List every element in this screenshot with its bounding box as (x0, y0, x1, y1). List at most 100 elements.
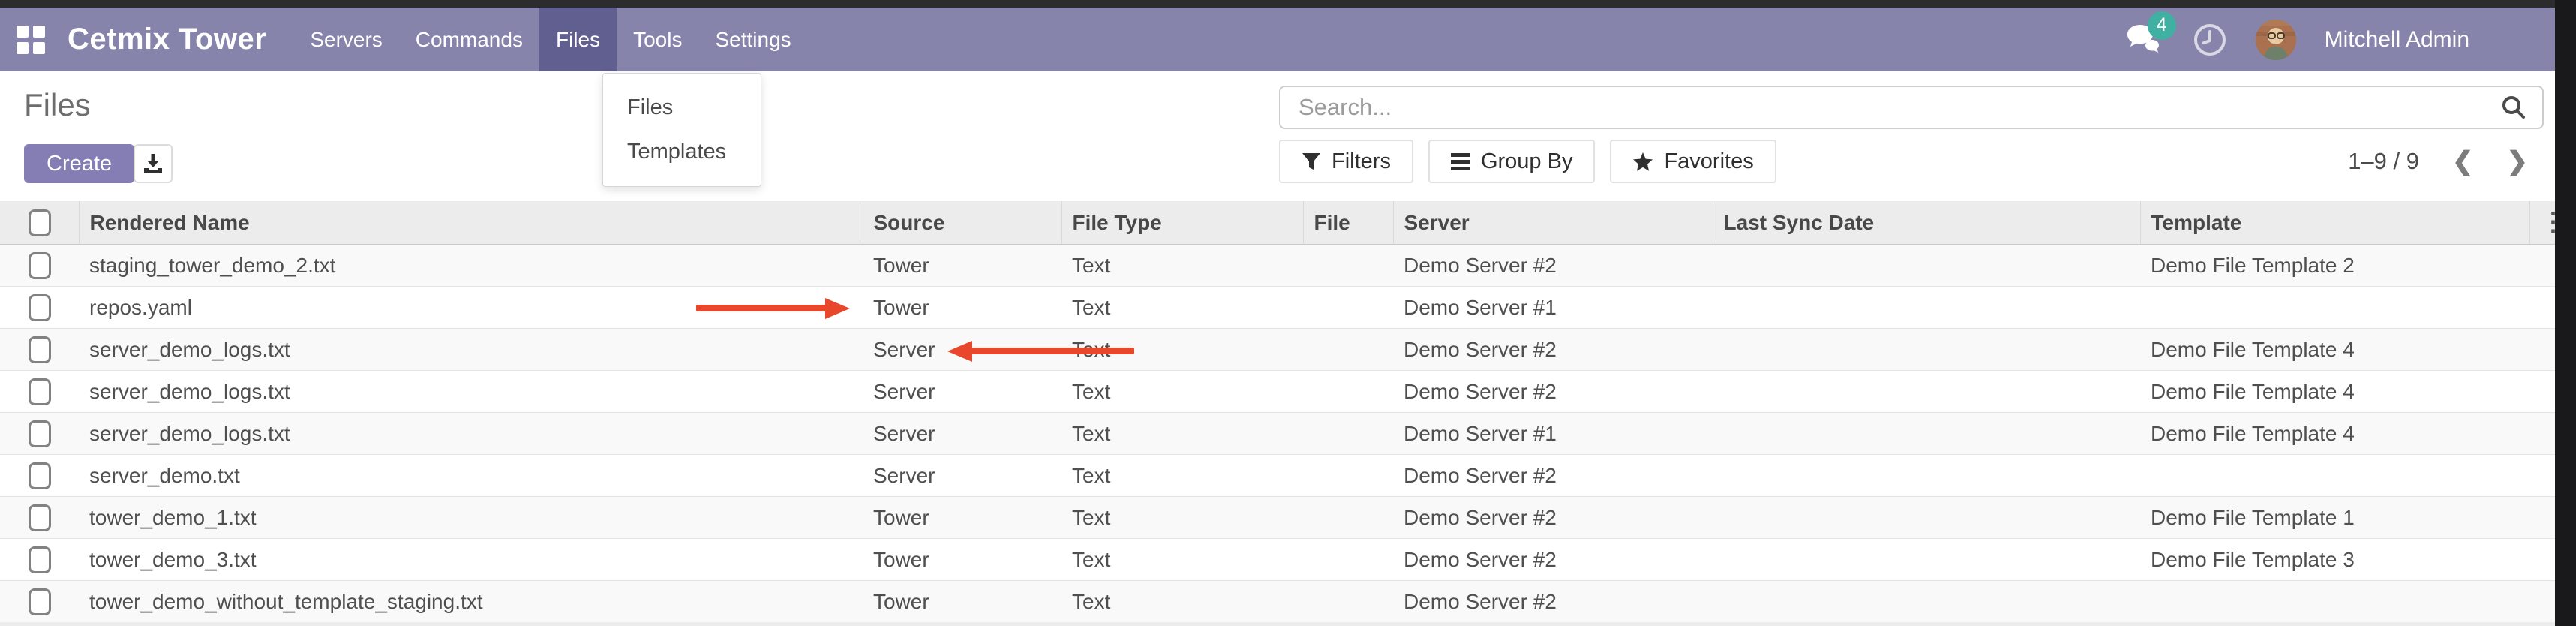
table-row[interactable]: repos.yaml Tower Text Demo Server #1 (0, 287, 2555, 329)
avatar[interactable] (2256, 20, 2296, 60)
pager-previous-icon[interactable]: ❮ (2452, 149, 2474, 174)
table-row[interactable]: server_demo_logs.txt Server Text Demo Se… (0, 329, 2555, 371)
row-checkbox[interactable] (29, 336, 51, 363)
cell-source[interactable]: Tower (863, 287, 1061, 329)
cell-file-type[interactable]: Text (1061, 581, 1303, 623)
cell-server[interactable]: Demo Server #1 (1393, 287, 1713, 329)
messages-button[interactable]: 4 (2125, 23, 2164, 56)
cell-template[interactable]: Demo File Template 1 (2140, 497, 2529, 539)
cell-rendered-name[interactable]: tower_demo_3.txt (79, 539, 863, 581)
column-header-file[interactable]: File (1303, 201, 1393, 245)
nav-item-settings[interactable]: Settings (698, 8, 807, 71)
import-button[interactable] (134, 144, 173, 183)
row-checkbox[interactable] (29, 546, 51, 573)
cell-file-type[interactable]: Text (1061, 497, 1303, 539)
cell-rendered-name[interactable]: server_demo_logs.txt (79, 329, 863, 371)
cell-last-sync-date[interactable] (1713, 497, 2140, 539)
user-name[interactable]: Mitchell Admin (2325, 27, 2469, 53)
activities-button[interactable] (2193, 23, 2227, 57)
cell-file-type[interactable]: Text (1061, 455, 1303, 497)
cell-server[interactable]: Demo Server #2 (1393, 455, 1713, 497)
cell-file-type[interactable]: Text (1061, 539, 1303, 581)
cell-source[interactable]: Server (863, 455, 1061, 497)
table-row[interactable]: server_demo_logs.txt Server Text Demo Se… (0, 413, 2555, 455)
cell-server[interactable]: Demo Server #2 (1393, 497, 1713, 539)
cell-source[interactable]: Tower (863, 581, 1061, 623)
cell-last-sync-date[interactable] (1713, 329, 2140, 371)
table-row[interactable]: server_demo_logs.txt Server Text Demo Se… (0, 371, 2555, 413)
cell-last-sync-date[interactable] (1713, 581, 2140, 623)
dropdown-item-files[interactable]: Files (603, 86, 761, 130)
cell-server[interactable]: Demo Server #2 (1393, 371, 1713, 413)
cell-file[interactable] (1303, 245, 1393, 287)
cell-last-sync-date[interactable] (1713, 245, 2140, 287)
cell-file[interactable] (1303, 371, 1393, 413)
table-row[interactable]: tower_demo_1.txt Tower Text Demo Server … (0, 497, 2555, 539)
cell-template[interactable] (2140, 455, 2529, 497)
column-header-source[interactable]: Source (863, 201, 1061, 245)
cell-source[interactable]: Tower (863, 497, 1061, 539)
row-checkbox[interactable] (29, 462, 51, 489)
cell-source[interactable]: Tower (863, 245, 1061, 287)
cell-rendered-name[interactable]: tower_demo_1.txt (79, 497, 863, 539)
cell-template[interactable]: Demo File Template 2 (2140, 245, 2529, 287)
cell-last-sync-date[interactable] (1713, 413, 2140, 455)
cell-server[interactable]: Demo Server #2 (1393, 581, 1713, 623)
select-all-checkbox[interactable] (29, 209, 51, 236)
cell-file[interactable] (1303, 329, 1393, 371)
nav-item-tools[interactable]: Tools (617, 8, 698, 71)
cell-source[interactable]: Tower (863, 539, 1061, 581)
pager-next-icon[interactable]: ❯ (2507, 149, 2529, 174)
nav-item-servers[interactable]: Servers (293, 8, 398, 71)
column-header-last-sync-date[interactable]: Last Sync Date (1713, 201, 2140, 245)
cell-rendered-name[interactable]: staging_tower_demo_2.txt (79, 245, 863, 287)
optional-columns-icon[interactable]: ⋮ (2541, 208, 2556, 236)
create-button[interactable]: Create (24, 144, 134, 183)
filters-button[interactable]: Filters (1279, 140, 1413, 183)
cell-rendered-name[interactable]: server_demo.txt (79, 455, 863, 497)
table-row[interactable]: tower_demo_3.txt Tower Text Demo Server … (0, 539, 2555, 581)
cell-file-type[interactable]: Text (1061, 371, 1303, 413)
column-header-file-type[interactable]: File Type (1061, 201, 1303, 245)
cell-last-sync-date[interactable] (1713, 539, 2140, 581)
cell-file-type[interactable]: Text (1061, 287, 1303, 329)
cell-server[interactable]: Demo Server #2 (1393, 329, 1713, 371)
nav-item-files[interactable]: Files (539, 8, 617, 71)
cell-server[interactable]: Demo Server #2 (1393, 245, 1713, 287)
cell-server[interactable]: Demo Server #1 (1393, 413, 1713, 455)
cell-last-sync-date[interactable] (1713, 371, 2140, 413)
cell-template[interactable]: Demo File Template 4 (2140, 329, 2529, 371)
cell-last-sync-date[interactable] (1713, 287, 2140, 329)
row-checkbox[interactable] (29, 504, 51, 531)
cell-file[interactable] (1303, 497, 1393, 539)
row-checkbox[interactable] (29, 588, 51, 615)
cell-rendered-name[interactable]: tower_demo_without_template_staging.txt (79, 581, 863, 623)
cell-file-type[interactable]: Text (1061, 245, 1303, 287)
row-checkbox[interactable] (29, 378, 51, 405)
apps-grid-icon[interactable] (17, 26, 45, 54)
cell-file[interactable] (1303, 455, 1393, 497)
row-checkbox[interactable] (29, 252, 51, 279)
table-row[interactable]: server_demo.txt Server Text Demo Server … (0, 455, 2555, 497)
cell-file-type[interactable]: Text (1061, 413, 1303, 455)
cell-file[interactable] (1303, 581, 1393, 623)
table-row[interactable]: staging_tower_demo_2.txt Tower Text Demo… (0, 245, 2555, 287)
app-brand[interactable]: Cetmix Tower (68, 23, 266, 56)
column-header-server[interactable]: Server (1393, 201, 1713, 245)
column-header-rendered-name[interactable]: Rendered Name (79, 201, 863, 245)
table-row[interactable]: tower_demo_without_template_staging.txt … (0, 581, 2555, 623)
dropdown-item-templates[interactable]: Templates (603, 130, 761, 174)
cell-template[interactable]: Demo File Template 4 (2140, 371, 2529, 413)
scrollbar[interactable] (2555, 0, 2576, 626)
favorites-button[interactable]: Favorites (1610, 140, 1776, 183)
cell-template[interactable] (2140, 287, 2529, 329)
search-input[interactable] (1280, 94, 2500, 121)
cell-template[interactable]: Demo File Template 4 (2140, 413, 2529, 455)
column-header-template[interactable]: Template (2140, 201, 2529, 245)
cell-file[interactable] (1303, 413, 1393, 455)
search-icon[interactable] (2500, 94, 2527, 121)
cell-template[interactable]: Demo File Template 3 (2140, 539, 2529, 581)
cell-source[interactable]: Server (863, 371, 1061, 413)
nav-item-commands[interactable]: Commands (399, 8, 539, 71)
cell-source[interactable]: Server (863, 413, 1061, 455)
